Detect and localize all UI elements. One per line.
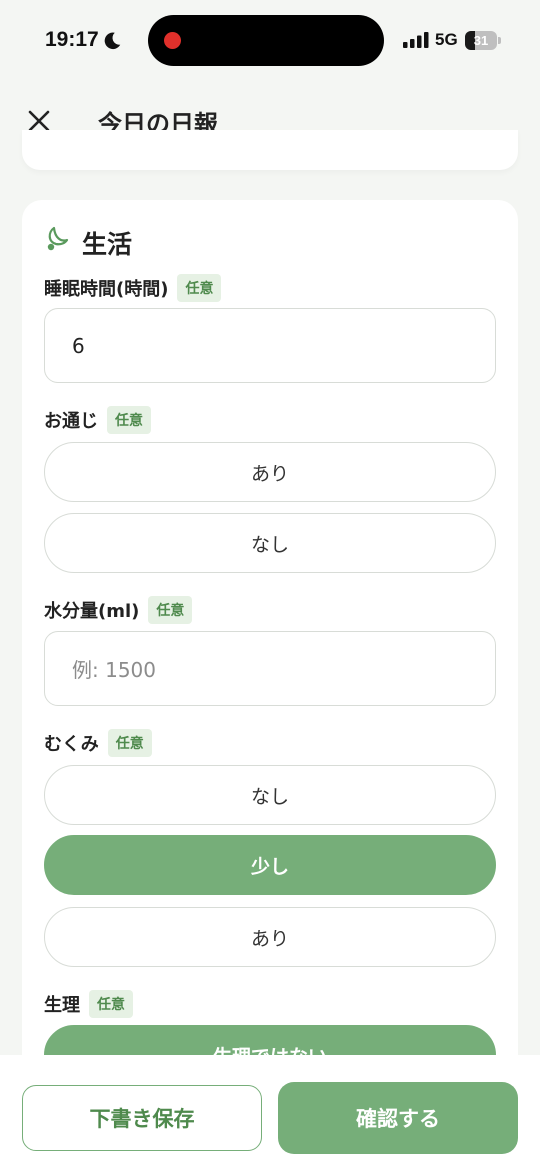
moon-leaf-icon: [47, 226, 69, 251]
water-amount-placeholder: 例: 1500: [72, 658, 156, 682]
swelling-option-yes[interactable]: あり: [44, 907, 496, 967]
water-label: 水分量(ml) 任意: [44, 596, 193, 624]
period-label: 生理 任意: [44, 990, 133, 1018]
water-amount-input[interactable]: 例: 1500: [44, 631, 496, 706]
bottom-action-bar: 下書き保存 確認する: [0, 1055, 540, 1170]
swelling-label-text: むくみ: [44, 734, 99, 755]
bowel-label: お通じ 任意: [44, 406, 151, 434]
cellular-signal-icon: [403, 32, 429, 48]
water-label-text: 水分量(ml): [44, 601, 140, 622]
recording-dot-icon: [164, 32, 181, 49]
swelling-option-slight[interactable]: 少し: [44, 835, 496, 895]
optional-badge: 任意: [89, 990, 133, 1018]
optional-badge: 任意: [107, 729, 152, 757]
dynamic-island: [148, 15, 384, 66]
sleep-label: 睡眠時間(時間) 任意: [44, 274, 222, 302]
optional-badge: 任意: [177, 274, 222, 302]
moon-icon: [104, 32, 121, 50]
bowel-label-text: お通じ: [44, 411, 98, 432]
status-bar: 19:17 5G 31: [0, 0, 540, 84]
battery-icon: 31: [465, 31, 497, 50]
network-label: 5G: [435, 30, 458, 49]
status-time: 19:17: [45, 28, 99, 51]
confirm-button[interactable]: 確認する: [278, 1082, 518, 1154]
period-label-text: 生理: [44, 995, 80, 1016]
section-title: 生活: [82, 230, 133, 259]
previous-card: [22, 130, 518, 170]
bowel-option-yes[interactable]: あり: [44, 442, 496, 502]
bowel-option-no[interactable]: なし: [44, 513, 496, 573]
sleep-hours-value: 6: [72, 333, 85, 358]
sleep-label-text: 睡眠時間(時間): [44, 279, 169, 300]
swelling-option-none[interactable]: なし: [44, 765, 496, 825]
optional-badge: 任意: [148, 596, 193, 624]
optional-badge: 任意: [107, 406, 151, 434]
battery-cap: [498, 37, 501, 44]
battery-level: 31: [473, 33, 489, 48]
save-draft-button[interactable]: 下書き保存: [22, 1085, 262, 1151]
swelling-label: むくみ 任意: [44, 729, 152, 757]
life-section-card: 生活 睡眠時間(時間) 任意 6 お通じ 任意 あり なし 水分量(ml) 任意…: [22, 200, 518, 1100]
sleep-hours-input[interactable]: 6: [44, 308, 496, 383]
